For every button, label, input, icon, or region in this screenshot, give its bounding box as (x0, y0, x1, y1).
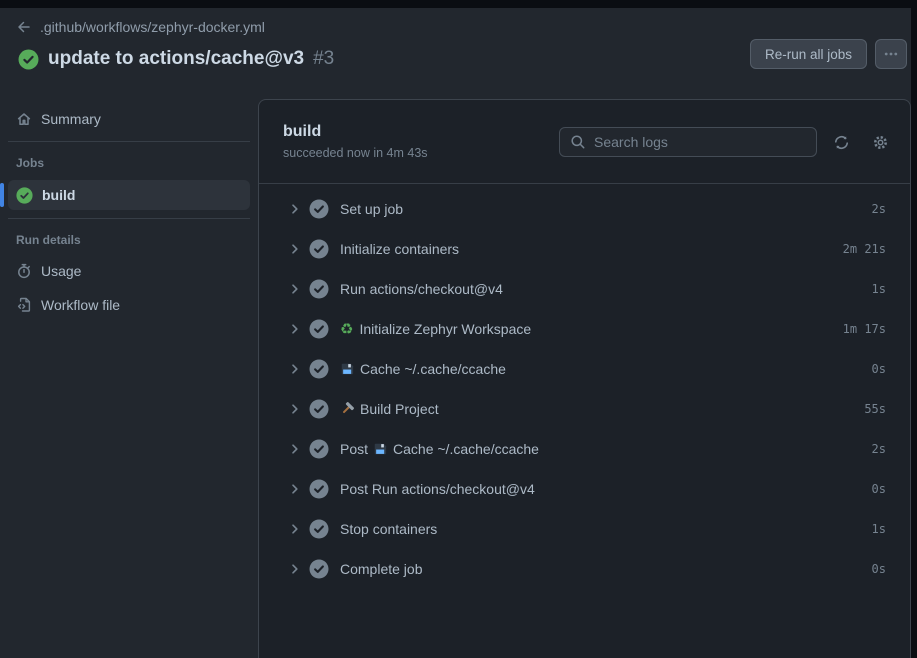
step-success-check-icon (309, 439, 329, 459)
breadcrumb: .github/workflows/zephyr-docker.yml (16, 16, 265, 38)
sidebar-divider (8, 141, 250, 142)
log-settings-gear-icon[interactable] (872, 134, 889, 151)
chevron-right-icon[interactable] (287, 361, 303, 377)
step-label: Set up job (340, 201, 872, 217)
run-title-row: update to actions/cache@v3 #3 (18, 48, 334, 70)
sidebar-item-build-job[interactable]: build (8, 180, 250, 210)
stopwatch-icon (16, 263, 32, 279)
floppy-emoji (340, 362, 354, 376)
step-duration: 2s (872, 202, 886, 216)
success-check-icon (18, 49, 39, 70)
run-header: .github/workflows/zephyr-docker.yml upda… (0, 8, 911, 95)
chevron-right-icon[interactable] (287, 321, 303, 337)
sidebar-item-label: Workflow file (41, 297, 120, 313)
step-success-check-icon (309, 519, 329, 539)
workflow-run-page: .github/workflows/zephyr-docker.yml upda… (0, 8, 911, 658)
chevron-right-icon[interactable] (287, 241, 303, 257)
chevron-right-icon[interactable] (287, 481, 303, 497)
sidebar-item-workflow-file[interactable]: Workflow file (8, 291, 250, 319)
step-label: Stop containers (340, 521, 872, 537)
log-step-row[interactable]: ♻Initialize Zephyr Workspace 1m 17s (259, 309, 910, 349)
job-title: build (283, 123, 321, 141)
rerun-all-jobs-button[interactable]: Re-run all jobs (750, 39, 867, 69)
page-title: update to actions/cache@v3 (48, 48, 304, 70)
home-icon (16, 111, 32, 127)
log-panel: build succeeded now in 4m 43s Set up job… (258, 99, 911, 658)
log-step-row[interactable]: Run actions/checkout@v4 1s (259, 269, 910, 309)
step-success-check-icon (309, 239, 329, 259)
sidebar-item-label: Summary (41, 111, 101, 127)
sidebar: Summary Jobs build Run details Usage Wor… (8, 105, 250, 319)
log-step-row[interactable]: Set up job 2s (259, 189, 910, 229)
search-logs-input[interactable] (594, 134, 806, 150)
step-duration: 1s (872, 522, 886, 536)
log-step-row[interactable]: PostCache ~/.cache/ccache 2s (259, 429, 910, 469)
log-step-row[interactable]: Initialize containers 2m 21s (259, 229, 910, 269)
step-success-check-icon (309, 479, 329, 499)
hammer-emoji (340, 402, 354, 416)
kebab-menu-button[interactable] (875, 39, 907, 69)
step-duration: 1m 17s (843, 322, 886, 336)
step-success-check-icon (309, 559, 329, 579)
kebab-icon (883, 46, 899, 62)
step-duration: 0s (872, 362, 886, 376)
log-panel-header: build succeeded now in 4m 43s (259, 100, 910, 184)
log-step-row[interactable]: Stop containers 1s (259, 509, 910, 549)
chevron-right-icon[interactable] (287, 561, 303, 577)
log-steps-list: Set up job 2s Initialize containers 2m 2… (259, 184, 910, 594)
log-step-row[interactable]: Complete job 0s (259, 549, 910, 589)
log-step-row[interactable]: Build Project 55s (259, 389, 910, 429)
step-duration: 55s (864, 402, 886, 416)
sidebar-item-label: Usage (41, 263, 81, 279)
step-label: Cache ~/.cache/ccache (340, 361, 872, 377)
step-success-check-icon (309, 199, 329, 219)
step-duration: 2s (872, 442, 886, 456)
step-label: ♻Initialize Zephyr Workspace (340, 321, 843, 337)
step-label: Initialize containers (340, 241, 843, 257)
refresh-logs-icon[interactable] (833, 134, 850, 151)
step-label: Build Project (340, 401, 864, 417)
chevron-right-icon[interactable] (287, 281, 303, 297)
chevron-right-icon[interactable] (287, 201, 303, 217)
step-success-check-icon (309, 399, 329, 419)
selected-accent-bar (0, 183, 4, 207)
file-code-icon (16, 297, 32, 313)
floppy-emoji (373, 442, 387, 456)
chevron-right-icon[interactable] (287, 521, 303, 537)
workflow-file-link[interactable]: .github/workflows/zephyr-docker.yml (40, 19, 265, 35)
step-label: Complete job (340, 561, 872, 577)
step-duration: 0s (872, 562, 886, 576)
job-status-line: succeeded now in 4m 43s (283, 146, 428, 160)
sidebar-divider (8, 218, 250, 219)
back-arrow-icon[interactable] (16, 19, 32, 35)
step-label: Run actions/checkout@v4 (340, 281, 872, 297)
search-logs-box (559, 127, 817, 157)
log-step-row[interactable]: Post Run actions/checkout@v4 0s (259, 469, 910, 509)
recycle-emoji: ♻ (340, 322, 353, 337)
step-success-check-icon (309, 279, 329, 299)
run-details-section-label: Run details (8, 233, 250, 247)
job-name-label: build (42, 187, 75, 203)
step-label: Post Run actions/checkout@v4 (340, 481, 872, 497)
step-label: PostCache ~/.cache/ccache (340, 441, 872, 457)
step-duration: 1s (872, 282, 886, 296)
step-success-check-icon (309, 319, 329, 339)
step-duration: 0s (872, 482, 886, 496)
log-step-row[interactable]: Cache ~/.cache/ccache 0s (259, 349, 910, 389)
jobs-section-label: Jobs (8, 156, 250, 170)
sidebar-item-usage[interactable]: Usage (8, 257, 250, 285)
run-number: #3 (313, 48, 334, 70)
sidebar-item-summary[interactable]: Summary (8, 105, 250, 133)
chevron-right-icon[interactable] (287, 441, 303, 457)
step-success-check-icon (309, 359, 329, 379)
search-icon (570, 134, 586, 150)
header-actions: Re-run all jobs (750, 39, 907, 69)
step-duration: 2m 21s (843, 242, 886, 256)
job-success-check-icon (16, 187, 33, 204)
chevron-right-icon[interactable] (287, 401, 303, 417)
